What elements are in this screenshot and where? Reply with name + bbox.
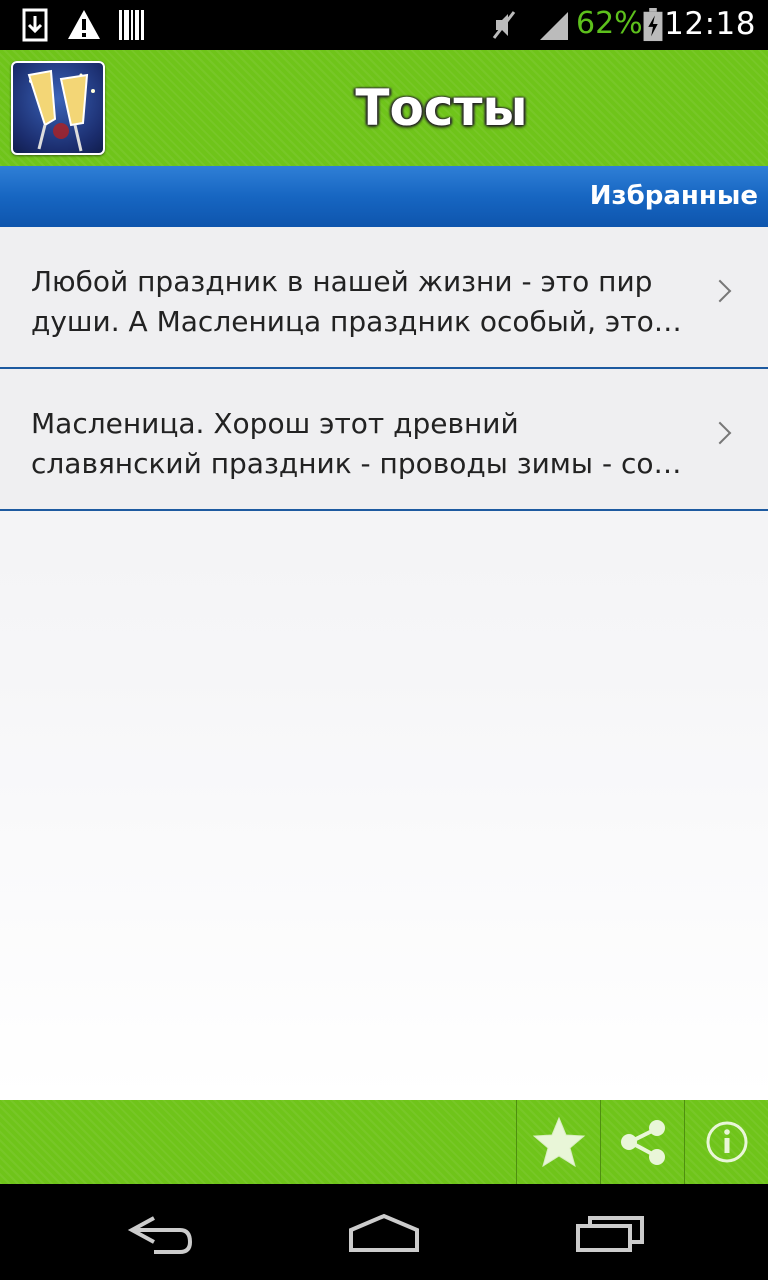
warning-icon <box>68 10 100 39</box>
list-item-line: Любой праздник в нашей жизни - это пир <box>31 265 653 298</box>
share-icon <box>621 1120 665 1165</box>
barcode-icon <box>119 10 144 40</box>
list-item-line: Масленица. Хорош этот древний <box>31 407 519 440</box>
bottom-toolbar <box>0 1100 768 1184</box>
list-item[interactable]: Масленица. Хорош этот древний славянский… <box>0 369 768 511</box>
battery-percent: 62% <box>576 6 643 41</box>
clock: 12:18 <box>664 6 756 42</box>
favorites-bar: Избранные <box>0 166 768 227</box>
info-button[interactable] <box>684 1100 768 1184</box>
mute-icon <box>492 11 516 39</box>
page-title: Тосты <box>355 79 528 137</box>
signal-icon <box>540 12 568 40</box>
system-nav-bar <box>0 1184 768 1280</box>
list-item-line: души. А Масленица праздник особый, это… <box>31 305 682 338</box>
battery-charging-icon <box>643 8 663 42</box>
list-item-text: Любой праздник в нашей жизни - это пир д… <box>31 262 691 342</box>
info-icon <box>706 1121 748 1163</box>
list-item-text: Масленица. Хорош этот древний славянский… <box>31 404 691 484</box>
toast-list: Любой праздник в нашей жизни - это пир д… <box>0 227 768 1100</box>
share-button[interactable] <box>600 1100 684 1184</box>
status-bar: 62% 12:18 <box>0 0 768 50</box>
download-icon <box>22 8 48 42</box>
list-item[interactable]: Любой праздник в нашей жизни - это пир д… <box>0 227 768 369</box>
back-icon[interactable] <box>114 1204 204 1260</box>
chevron-right-icon <box>708 421 732 445</box>
favorite-button[interactable] <box>516 1100 600 1184</box>
list-item-line: славянский праздник - проводы зимы - со… <box>31 447 682 480</box>
chevron-right-icon <box>708 279 732 303</box>
favorites-label: Избранные <box>589 181 758 211</box>
app-header: Тосты <box>0 50 768 166</box>
recents-icon[interactable] <box>566 1204 656 1260</box>
home-icon[interactable] <box>339 1204 429 1260</box>
star-icon <box>532 1116 586 1168</box>
